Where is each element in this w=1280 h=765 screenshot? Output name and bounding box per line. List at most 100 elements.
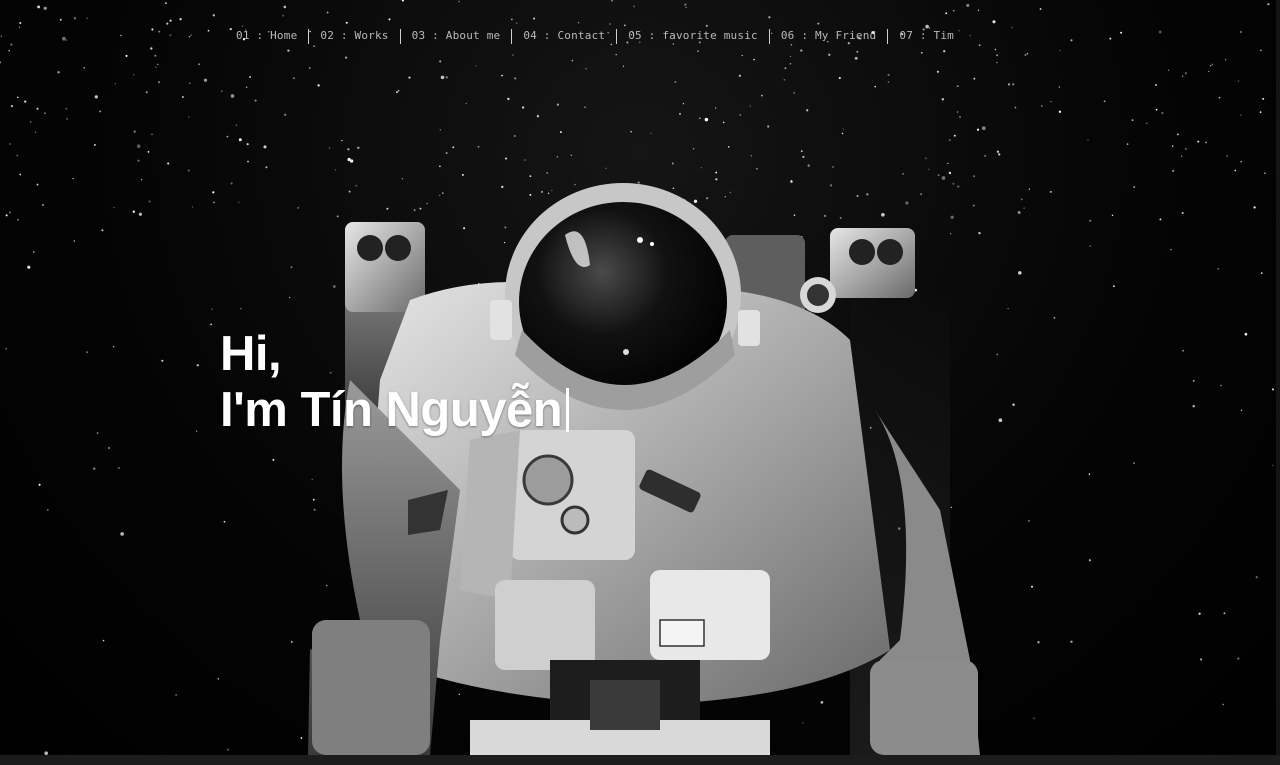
nav-link-contact[interactable]: 04 : Contact [512, 28, 616, 44]
star [203, 78, 208, 82]
nav-link-works[interactable]: 02 : Works [309, 28, 399, 44]
star [9, 143, 11, 145]
star [633, 5, 636, 8]
star [246, 86, 248, 88]
star [756, 168, 758, 170]
star [344, 56, 348, 59]
star [16, 96, 19, 99]
star [167, 162, 170, 165]
star [977, 9, 980, 11]
star [5, 347, 7, 350]
star [841, 132, 844, 135]
star [546, 171, 549, 175]
star [842, 128, 844, 130]
star [807, 164, 810, 167]
star [226, 135, 229, 138]
star [238, 138, 242, 142]
star [1145, 122, 1148, 125]
star [1007, 307, 1009, 310]
star [984, 154, 987, 157]
star [828, 53, 831, 56]
star [445, 152, 448, 155]
star [1222, 703, 1224, 706]
star [1255, 576, 1258, 579]
star [1033, 717, 1035, 720]
star [133, 130, 136, 133]
star [1192, 405, 1195, 408]
star [685, 6, 687, 9]
nav-link-favorite-music[interactable]: 05 : favorite music [617, 28, 769, 44]
star [439, 60, 442, 63]
star [793, 92, 796, 94]
nav-link-home[interactable]: 01 : Home [225, 28, 308, 44]
star [817, 22, 820, 25]
star [246, 143, 249, 146]
star [947, 162, 949, 165]
star [996, 150, 1000, 153]
star [704, 117, 709, 122]
star [674, 81, 677, 83]
star [19, 21, 22, 25]
star [211, 308, 213, 310]
star [874, 85, 876, 88]
star [761, 94, 763, 97]
star [996, 61, 998, 64]
star [213, 201, 215, 204]
nav-link-tim[interactable]: 07 : Tim [888, 28, 965, 44]
star [1272, 464, 1274, 467]
star [1224, 59, 1227, 61]
star [856, 50, 859, 53]
star [1260, 49, 1262, 51]
star [439, 165, 441, 168]
star [1262, 97, 1265, 100]
star [397, 89, 400, 92]
star [650, 132, 652, 134]
star [1192, 380, 1195, 382]
star [741, 54, 743, 57]
star [996, 353, 999, 356]
star [158, 30, 161, 33]
star [357, 146, 360, 149]
star [671, 162, 674, 165]
star [99, 110, 102, 113]
nav-link-my-friend[interactable]: 06 : My Friend [770, 28, 888, 44]
star [1012, 83, 1015, 86]
star [507, 97, 510, 101]
star [157, 63, 159, 66]
star [38, 483, 41, 486]
star [513, 135, 516, 137]
star [1158, 30, 1162, 34]
star [46, 509, 49, 511]
star [610, 0, 613, 2]
star [1011, 26, 1013, 29]
star [1070, 640, 1073, 643]
star [1018, 271, 1022, 275]
star [1197, 140, 1200, 143]
hero-name: I'm Tín Nguyễn [220, 383, 563, 437]
star [1020, 198, 1023, 201]
star [738, 74, 742, 77]
top-navigation: 01 : Home 02 : Works 03 : About me 04 : … [225, 28, 965, 44]
star [570, 154, 573, 157]
star [37, 5, 41, 9]
star [101, 229, 104, 232]
star [165, 2, 167, 5]
hero-greeting: Hi, [220, 327, 282, 381]
star [994, 48, 997, 51]
star [1176, 133, 1179, 136]
nav-link-about-me[interactable]: 03 : About me [401, 28, 512, 44]
star [524, 159, 526, 161]
star [973, 175, 976, 178]
star [125, 54, 128, 57]
star [439, 129, 441, 131]
star [1170, 248, 1172, 251]
star [8, 211, 11, 214]
star [887, 73, 890, 77]
star [1017, 211, 1021, 214]
star [1024, 53, 1027, 57]
star [698, 117, 701, 120]
star [114, 82, 117, 85]
star [854, 56, 858, 60]
star [0, 35, 2, 37]
star [137, 159, 140, 162]
